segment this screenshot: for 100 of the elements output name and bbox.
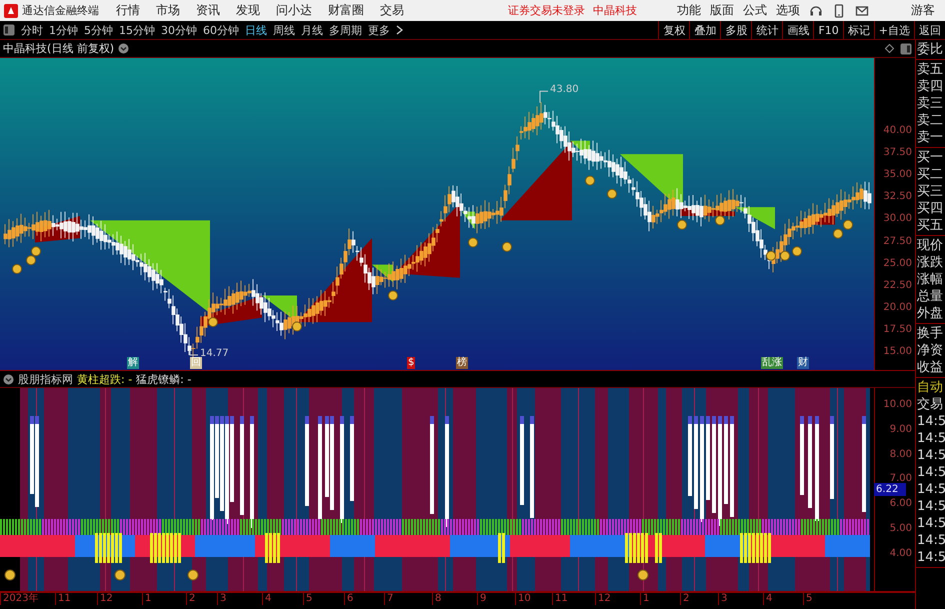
- period-tab[interactable]: 5分钟: [84, 22, 113, 38]
- axis-label: 37.50: [883, 147, 912, 158]
- panel-toggle-icon[interactable]: [900, 42, 912, 54]
- period-tab[interactable]: 60分钟: [203, 22, 239, 38]
- date-label: 9: [477, 593, 486, 605]
- date-label: 2: [680, 593, 690, 605]
- stock-name: 中晶科技: [593, 3, 637, 18]
- diamond-icon[interactable]: [885, 44, 894, 53]
- more-button[interactable]: 更多: [368, 22, 390, 38]
- axis-label: 4.00: [890, 548, 912, 559]
- quote-label: 涨幅: [916, 271, 944, 288]
- axis-label: 27.50: [883, 236, 912, 247]
- menu-item[interactable]: 公式: [743, 2, 767, 19]
- period-tab[interactable]: 多周期: [329, 22, 362, 38]
- chevron-right-icon[interactable]: [396, 25, 403, 35]
- axis-label: 30.00: [883, 213, 912, 224]
- quote-label: 卖一: [916, 129, 944, 146]
- dropdown-circle-icon[interactable]: [3, 374, 14, 384]
- date-label: 8: [432, 593, 442, 605]
- trade-time: 14:5: [916, 532, 945, 549]
- date-label: 2023年: [0, 593, 38, 605]
- phone-icon[interactable]: [832, 4, 846, 18]
- date-label: 10: [515, 593, 531, 605]
- period-tab[interactable]: 15分钟: [119, 22, 155, 38]
- axis-label: 22.50: [883, 280, 912, 291]
- period-tab[interactable]: 周线: [273, 22, 295, 38]
- axis-label: 35.00: [883, 169, 912, 180]
- period-tab[interactable]: 1分钟: [49, 22, 78, 38]
- leader-line: [540, 90, 548, 104]
- user-label[interactable]: 游客: [911, 2, 935, 19]
- menu-item[interactable]: 财富圈: [328, 2, 364, 19]
- quote-label: 现价: [916, 237, 944, 254]
- axis-label: 25.00: [883, 258, 912, 269]
- date-label: 3: [718, 593, 728, 605]
- axis-label: 7.00: [890, 473, 912, 484]
- date-label: 4: [262, 593, 272, 605]
- menu-item[interactable]: 发现: [236, 2, 260, 19]
- menu-item[interactable]: 选项: [776, 2, 800, 19]
- quote-label: 总量: [916, 288, 944, 305]
- event-marker[interactable]: 乱涨: [761, 357, 783, 369]
- axis-label: 5.00: [890, 523, 912, 534]
- indicator-name: 股朋指标网: [18, 372, 73, 386]
- date-label: 5: [803, 593, 812, 605]
- auto-label[interactable]: 自动: [916, 379, 945, 396]
- date-label: 11: [552, 593, 568, 605]
- trade-time: 14:5: [916, 481, 945, 498]
- trade-time: 14:5: [916, 498, 945, 515]
- period-tab[interactable]: 30分钟: [161, 22, 197, 38]
- trade-time: 14:5: [916, 464, 945, 481]
- login-notice[interactable]: 证券交易未登录: [508, 3, 585, 18]
- quote-label: 买三: [916, 183, 944, 200]
- axis-label: 10.00: [883, 399, 912, 410]
- menu-item[interactable]: 交易: [380, 2, 404, 19]
- logo-icon[interactable]: [4, 4, 18, 18]
- event-marker[interactable]: 榜: [456, 357, 468, 369]
- period-tab[interactable]: 日线: [245, 22, 267, 38]
- event-marker[interactable]: 财: [797, 357, 809, 369]
- quote-label: 卖三: [916, 95, 944, 112]
- axis-label: 17.50: [883, 324, 912, 335]
- period-tab[interactable]: 分时: [21, 22, 43, 38]
- date-label: 1: [640, 593, 650, 605]
- period-tab[interactable]: 月线: [301, 22, 323, 38]
- chart-title: 中晶科技(日线 前复权): [3, 41, 114, 56]
- axis-label: 15.00: [883, 346, 912, 357]
- menu-item[interactable]: 市场: [156, 2, 180, 19]
- date-label: 12: [595, 593, 611, 605]
- leader-line: [190, 350, 198, 356]
- headset-icon[interactable]: [809, 4, 823, 18]
- menu-item[interactable]: 问小达: [276, 2, 312, 19]
- axis-label: 9.00: [890, 424, 912, 435]
- quote-label: 换手: [916, 325, 944, 342]
- app-title: 通达信金融终端: [22, 3, 99, 18]
- current-value-badge: 6.22: [874, 483, 906, 496]
- quote-label: 外盘: [916, 305, 944, 322]
- trade-label: 交易: [916, 396, 944, 413]
- panel-toggle-icon[interactable]: [3, 24, 15, 36]
- mail-icon[interactable]: [855, 4, 869, 18]
- axis-label: 8.00: [890, 449, 912, 460]
- date-label: 1: [142, 593, 152, 605]
- indicator-value: 黄柱超跌: -: [77, 372, 132, 386]
- quote-label: 净资: [916, 342, 944, 359]
- menu-item[interactable]: 行情: [116, 2, 140, 19]
- dropdown-circle-icon[interactable]: [118, 43, 130, 54]
- menu-item[interactable]: 功能: [677, 2, 701, 19]
- trade-time: 14:5: [916, 430, 945, 447]
- quote-label: 买二: [916, 166, 944, 183]
- price-label: 14.77: [200, 348, 229, 359]
- quote-label: 涨跌: [916, 254, 944, 271]
- quote-label: 买四: [916, 200, 944, 217]
- menu-item[interactable]: 资讯: [196, 2, 220, 19]
- quote-label: 卖四: [916, 78, 944, 95]
- date-label: 5: [303, 593, 312, 605]
- date-label: 12: [97, 593, 113, 605]
- quote-label: 买一: [916, 149, 944, 166]
- date-label: 4: [763, 593, 772, 605]
- menu-item[interactable]: 版面: [710, 2, 734, 19]
- quote-label: 卖五: [916, 61, 944, 78]
- quote-label: 收益: [916, 359, 944, 376]
- event-marker[interactable]: 解: [127, 357, 139, 369]
- event-marker[interactable]: $: [407, 357, 416, 369]
